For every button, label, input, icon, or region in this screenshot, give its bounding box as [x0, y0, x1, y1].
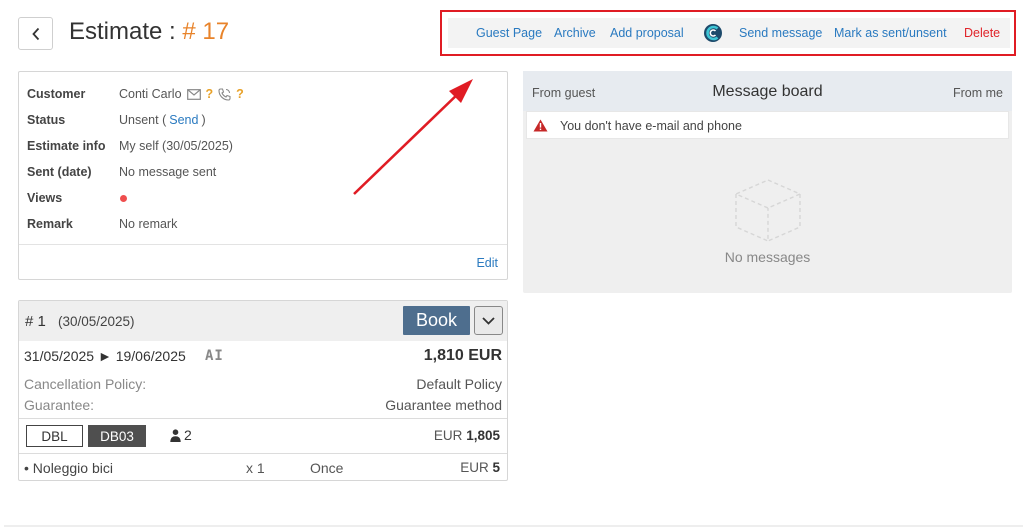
room-price-amount: 1,805 — [466, 428, 500, 443]
views-status-dot — [120, 195, 127, 202]
room-price: EUR 1,805 — [434, 428, 500, 443]
room-price-currency: EUR — [433, 428, 463, 443]
send-link[interactable]: Send — [169, 113, 198, 127]
sent-date-label: Sent (date) — [27, 165, 92, 179]
room-code-tag: DB03 — [88, 425, 146, 447]
mark-sent-link[interactable]: Mark as sent/unsent — [834, 26, 947, 40]
estimate-number: # 17 — [182, 18, 230, 45]
warning-triangle-icon — [533, 119, 548, 132]
no-messages-text: No messages — [724, 249, 811, 265]
estimate-info-value: My self (30/05/2025) — [119, 139, 233, 153]
send-message-link[interactable]: Send message — [739, 26, 822, 40]
message-board-header: From guest Message board From me — [523, 71, 1012, 111]
extra-name: • Noleggio bici — [24, 460, 113, 476]
booking-divider-1 — [19, 418, 507, 419]
customer-name: Conti Carlo — [119, 87, 182, 101]
status-close: ) — [201, 113, 206, 127]
status-value: Unsent ( Send ) — [119, 113, 206, 127]
phone-icon[interactable] — [218, 87, 231, 101]
envelope-icon[interactable] — [186, 88, 201, 100]
cancellation-policy-value: Default Policy — [416, 376, 502, 392]
messaging-logo-icon[interactable] — [703, 23, 723, 43]
extra-price: EUR 5 — [460, 460, 500, 475]
empty-box-icon — [734, 179, 802, 243]
extra-quantity: x 1 — [246, 460, 265, 476]
status-text: Unsent ( — [119, 113, 167, 127]
views-label: Views — [27, 191, 63, 205]
message-board-title: Message board — [712, 83, 823, 100]
email-unknown-mark: ? — [205, 87, 214, 101]
guarantee-value: Guarantee method — [385, 397, 502, 413]
sent-date-value: No message sent — [119, 165, 217, 179]
chevron-down-icon — [482, 316, 495, 325]
message-board: From guest Message board From me You don… — [523, 71, 1012, 293]
status-label: Status — [27, 113, 66, 127]
customer-value: Conti Carlo ? ? — [119, 87, 244, 101]
remark-value: No remark — [119, 217, 178, 231]
contact-warning-text: You don't have e-mail and phone — [560, 119, 742, 133]
remark-label: Remark — [27, 217, 73, 231]
booking-header: # 1 (30/05/2025) Book — [19, 301, 507, 341]
back-button[interactable] — [18, 17, 53, 50]
guest-page-link[interactable]: Guest Page — [476, 26, 542, 40]
card-divider — [19, 244, 507, 245]
page-title-label: Estimate : — [69, 18, 176, 45]
edit-link[interactable]: Edit — [476, 256, 498, 270]
guarantee-label: Guarantee: — [24, 397, 95, 413]
archive-link[interactable]: Archive — [554, 26, 596, 40]
chevron-left-icon — [31, 27, 39, 40]
guest-count: 2 — [170, 427, 192, 443]
extra-frequency: Once — [310, 460, 344, 476]
delete-link[interactable]: Delete — [964, 26, 1000, 40]
views-value — [119, 195, 127, 202]
booking-divider-2 — [19, 453, 507, 454]
cancellation-policy-label: Cancellation Policy: — [24, 376, 147, 392]
book-button[interactable]: Book — [403, 306, 470, 335]
extra-price-currency: EUR — [460, 460, 489, 475]
booking-number: # 1 — [25, 313, 46, 330]
customer-label: Customer — [27, 87, 86, 101]
booking-date: (30/05/2025) — [58, 314, 135, 329]
phone-unknown-mark: ? — [236, 87, 244, 101]
from-me-label: From me — [953, 86, 1003, 100]
stay-dates: 31/05/2025 ► 19/06/2025 — [24, 348, 186, 364]
extra-price-amount: 5 — [492, 460, 500, 475]
guest-count-value: 2 — [184, 427, 192, 443]
booking-dropdown-button[interactable] — [474, 306, 503, 335]
toolbar: Guest Page Archive Add proposal Send mes… — [448, 18, 1010, 48]
add-proposal-link[interactable]: Add proposal — [610, 26, 684, 40]
board-type-label: AI — [205, 348, 224, 364]
booking-card: # 1 (30/05/2025) Book 31/05/2025 ► 19/06… — [18, 300, 508, 481]
person-icon — [170, 428, 181, 442]
room-type-tag: DBL — [26, 425, 83, 447]
booking-total: 1,810 EUR — [423, 347, 502, 364]
customer-card: Customer Conti Carlo ? ? Status Unsent (… — [18, 71, 508, 280]
contact-warning: You don't have e-mail and phone — [526, 111, 1009, 139]
estimate-info-label: Estimate info — [27, 139, 106, 153]
page-title: Estimate : # 17 — [69, 18, 229, 46]
